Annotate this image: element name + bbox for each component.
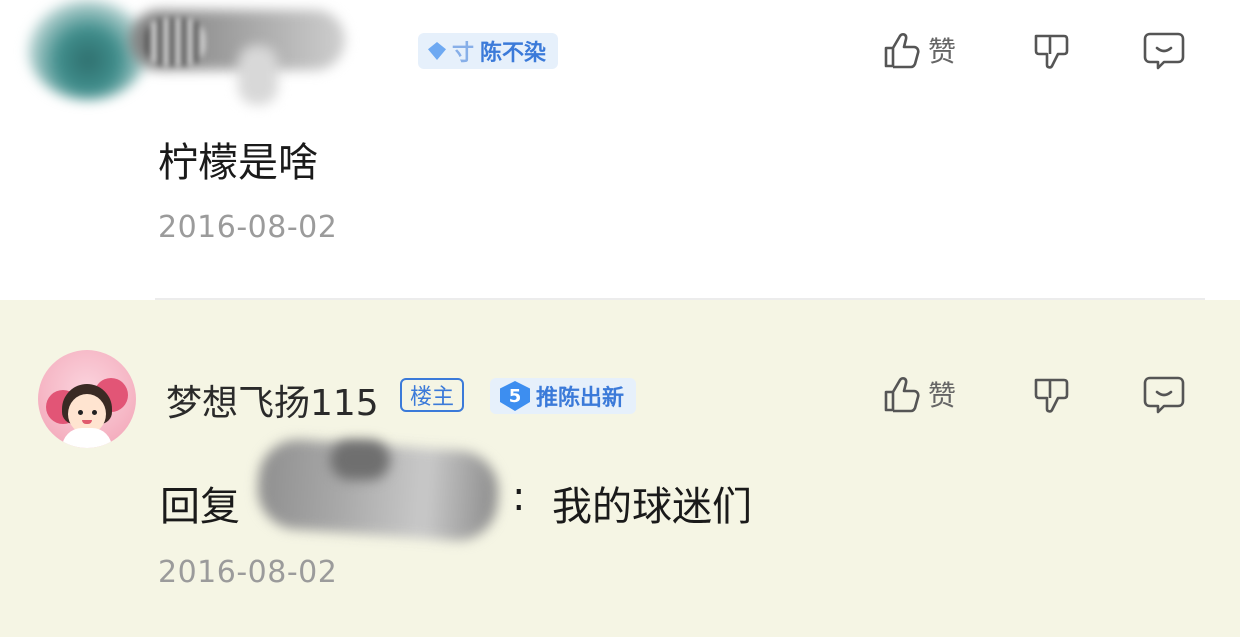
reply-prefix: 回复 [160,484,240,530]
redaction-marks [145,18,205,66]
thumbs-down-icon [1034,378,1069,413]
dislike-button[interactable] [1028,374,1072,418]
like-label: 赞 [928,379,957,412]
username-redacted-fragment [238,45,278,105]
comment-body: 我的球迷们 [552,484,752,530]
avatar-eye [92,410,97,415]
thumbs-up-icon [884,377,920,413]
dislike-button[interactable] [1028,30,1072,74]
reply-button[interactable] [1142,372,1186,416]
redaction-marks [330,440,390,480]
comment-body: 柠檬是啥 [158,140,318,186]
avatar-eye [78,410,83,415]
thumbs-up-icon [884,33,920,69]
badge-text: 陈不染 [480,41,547,66]
like-label: 赞 [928,35,957,68]
comment-date: 2016-08-02 [158,210,338,245]
reply-bubble-icon [1143,376,1185,414]
user-title-badge[interactable]: 5 推陈出新 [490,378,637,414]
gem-icon [428,42,446,60]
reply-bubble-icon [1143,32,1185,70]
username[interactable]: 梦想飞扬115 [166,374,379,426]
avatar[interactable] [38,350,136,448]
badge-text: 推陈出新 [536,386,625,411]
reply-colon: : [512,474,526,520]
level-gem-icon: 5 [500,381,530,411]
badge-prefix: 寸 [452,41,475,66]
like-button[interactable]: 赞 [878,28,956,72]
comment-date: 2016-08-02 [158,555,338,590]
reply-button[interactable] [1142,28,1186,72]
user-title-badge[interactable]: 寸 陈不染 [418,33,559,69]
thread-owner-tag: 楼主 [400,378,465,412]
avatar-redacted[interactable] [28,0,148,100]
thumbs-down-icon [1034,34,1069,69]
like-button[interactable]: 赞 [878,372,956,416]
avatar-body [62,428,112,448]
